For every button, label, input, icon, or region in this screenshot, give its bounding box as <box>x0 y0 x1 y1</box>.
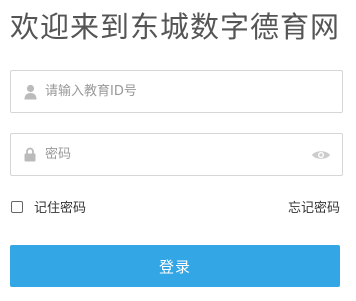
forgot-password-link[interactable]: 忘记密码 <box>288 197 340 216</box>
page-title: 欢迎来到东城数字德育网 <box>10 10 341 44</box>
login-page: 欢迎来到东城数字德育网 记住密码 忘记密码 <box>0 0 356 301</box>
password-input[interactable] <box>45 134 310 175</box>
remember-password-label: 记住密码 <box>34 201 87 216</box>
login-button[interactable]: 登录 <box>10 245 340 287</box>
remember-password-checkbox[interactable] <box>11 200 23 213</box>
eye-icon[interactable] <box>310 148 332 162</box>
password-field[interactable] <box>10 133 343 176</box>
user-icon <box>23 83 37 101</box>
remember-password[interactable]: 记住密码 <box>11 197 86 216</box>
lock-icon <box>23 146 37 164</box>
education-id-input[interactable] <box>45 71 342 112</box>
education-id-field[interactable] <box>10 70 343 113</box>
